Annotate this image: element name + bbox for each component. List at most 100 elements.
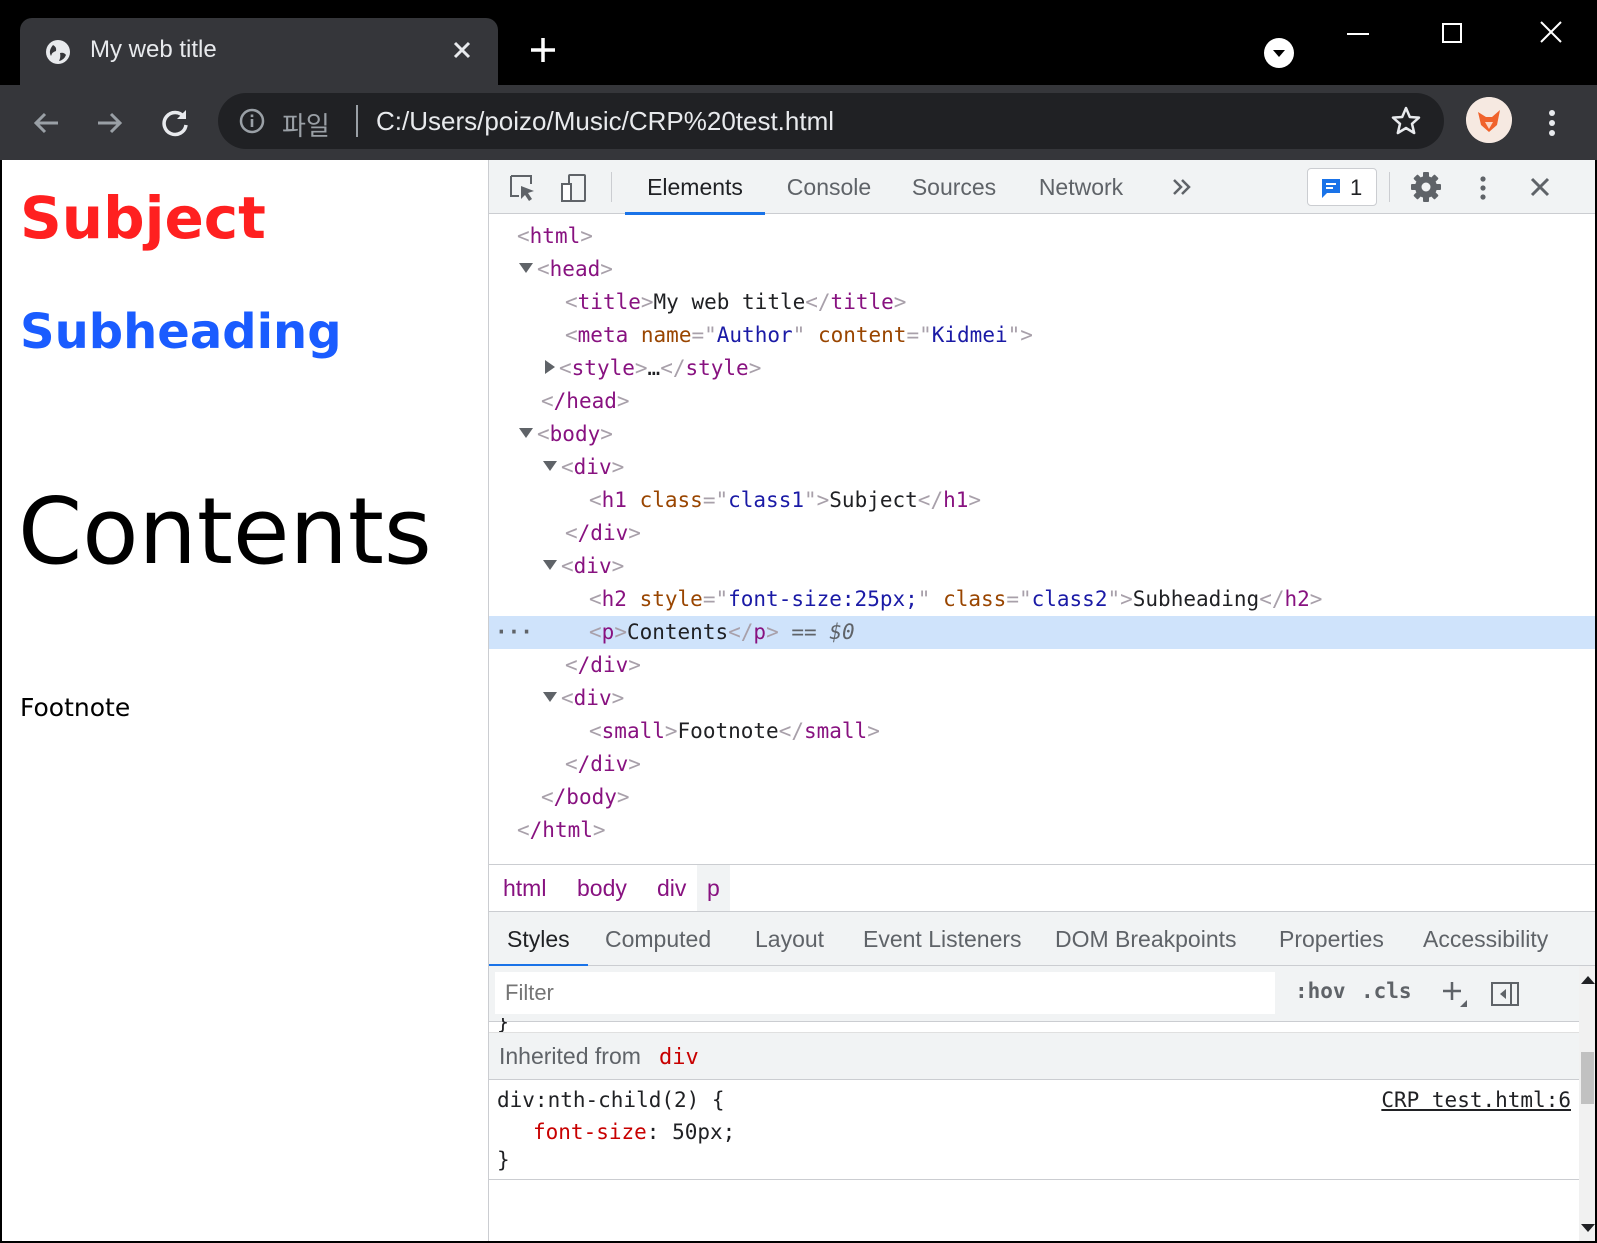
rule-selector[interactable]: div:nth-child(2) { — [497, 1088, 725, 1112]
scroll-down-arrow-icon[interactable] — [1581, 1224, 1595, 1232]
dom-node-div-open[interactable]: <div> — [489, 550, 1595, 583]
device-toolbar-icon[interactable] — [559, 172, 591, 204]
rule-close-brace: } — [497, 1148, 510, 1172]
tab-styles[interactable]: Styles — [489, 912, 588, 967]
dom-node-div-open[interactable]: <div> — [489, 682, 1595, 715]
close-devtools-icon[interactable] — [1525, 172, 1555, 202]
toolbar-divider — [1389, 172, 1390, 202]
inherited-element-link[interactable]: div — [659, 1045, 699, 1070]
close-window-icon[interactable] — [1528, 14, 1574, 54]
devtools-menu-icon[interactable] — [1473, 172, 1493, 204]
tab-console[interactable]: Console — [775, 160, 883, 214]
scroll-up-arrow-icon[interactable] — [1581, 976, 1595, 984]
reload-icon[interactable] — [155, 103, 195, 143]
expand-triangle-icon[interactable] — [519, 428, 533, 438]
styles-scrollbar[interactable] — [1579, 966, 1595, 1241]
expand-triangle-icon[interactable] — [543, 692, 557, 702]
page-viewport: Subject Subheading Contents Footnote — [2, 160, 488, 1241]
issues-counter-button[interactable]: 1 — [1307, 168, 1377, 206]
dom-node-h2[interactable]: <h2 style="font-size:25px;" class="class… — [489, 583, 1595, 616]
devtools-panel: Elements Console Sources Network 1 <html… — [488, 160, 1595, 1241]
rule-property[interactable]: font-size: 50px; — [533, 1120, 735, 1144]
tab-elements[interactable]: Elements — [625, 160, 765, 215]
page-paragraph-contents: Contents — [18, 478, 432, 585]
info-icon[interactable] — [238, 107, 266, 135]
styles-filter-input[interactable] — [495, 972, 1275, 1014]
browser-menu-icon[interactable] — [1540, 103, 1564, 143]
dom-node-p-selected[interactable]: ··· <p>Contents</p> == $0 — [489, 616, 1595, 649]
hover-state-toggle[interactable]: :hov — [1295, 979, 1346, 1003]
scroll-thumb[interactable] — [1581, 1052, 1594, 1104]
more-tabs-chevron-icon[interactable] — [1169, 174, 1195, 200]
devtools-tabbar: Elements Console Sources Network 1 — [489, 160, 1595, 215]
dom-node-head-open[interactable]: <head> — [489, 253, 1595, 286]
tab-sources[interactable]: Sources — [899, 160, 1009, 214]
property-name[interactable]: font-size — [533, 1120, 647, 1144]
browser-toolbar: 파일 C:/Users/poizo/Music/CRP%20test.html — [0, 85, 1597, 160]
dom-node-small[interactable]: <small>Footnote</small> — [489, 715, 1595, 748]
toggle-sidebar-icon[interactable] — [1489, 978, 1521, 1010]
breadcrumb-body[interactable]: body — [567, 865, 637, 911]
dom-node-meta[interactable]: <meta name="Author" content="Kidmei"> — [489, 319, 1595, 352]
forward-arrow-icon[interactable] — [90, 103, 130, 143]
url-separator — [356, 105, 358, 137]
collapse-triangle-icon[interactable] — [545, 360, 555, 374]
dom-node-div-close[interactable]: </div> — [489, 517, 1595, 550]
inherited-section-header: Inherited from div — [489, 1032, 1579, 1080]
sidebar-tabbar: Styles Computed Layout Event Listeners D… — [489, 912, 1595, 967]
address-bar[interactable]: 파일 C:/Users/poizo/Music/CRP%20test.html — [218, 93, 1444, 149]
dom-node-body-open[interactable]: <body> — [489, 418, 1595, 451]
breadcrumb-html[interactable]: html — [493, 865, 556, 911]
expand-triangle-icon[interactable] — [519, 263, 533, 273]
property-value[interactable]: 50px; — [672, 1120, 735, 1144]
window-titlebar: My web title — [0, 0, 1597, 85]
node-actions-icon[interactable]: ··· — [495, 616, 533, 649]
tab-layout[interactable]: Layout — [737, 912, 842, 966]
dom-node-style-collapsed[interactable]: <style>…</style> — [489, 352, 1595, 385]
expand-triangle-icon[interactable] — [543, 560, 557, 570]
previous-rule-brace: } — [497, 1018, 510, 1032]
maximize-icon[interactable] — [1430, 14, 1476, 54]
back-arrow-icon[interactable] — [26, 103, 66, 143]
tab-properties[interactable]: Properties — [1261, 912, 1402, 966]
breadcrumb: html body div p — [489, 864, 1595, 912]
tab-event-listeners[interactable]: Event Listeners — [845, 912, 1040, 966]
issues-count: 1 — [1350, 175, 1363, 200]
dom-node-div-open[interactable]: <div> — [489, 451, 1595, 484]
page-subheading: Subheading — [20, 304, 342, 360]
tab-network[interactable]: Network — [1027, 160, 1135, 214]
tab-computed[interactable]: Computed — [587, 912, 729, 966]
page-heading-subject: Subject — [20, 184, 266, 252]
expand-triangle-icon[interactable] — [543, 461, 557, 471]
dom-node-div-close[interactable]: </div> — [489, 748, 1595, 781]
new-style-rule-icon[interactable] — [1439, 978, 1469, 1008]
dom-node-html-open[interactable]: <html> — [489, 220, 1595, 253]
dom-tree: <html> <head> <title>My web title</title… — [489, 214, 1595, 864]
new-tab-icon[interactable] — [525, 32, 561, 68]
page-footnote: Footnote — [20, 693, 131, 722]
inspect-element-icon[interactable] — [507, 172, 539, 204]
rule-source-link[interactable]: CRP test.html:6 — [1381, 1088, 1571, 1112]
profile-avatar[interactable] — [1466, 97, 1512, 143]
close-tab-icon[interactable] — [444, 32, 480, 68]
minimize-icon[interactable] — [1335, 14, 1381, 54]
tab-title: My web title — [90, 36, 217, 63]
settings-gear-icon[interactable] — [1409, 170, 1443, 204]
breadcrumb-div[interactable]: div — [647, 865, 696, 911]
dom-node-html-close[interactable]: </html> — [489, 814, 1595, 847]
message-icon — [1322, 179, 1340, 198]
url-text[interactable]: C:/Users/poizo/Music/CRP%20test.html — [376, 106, 834, 137]
class-toggle[interactable]: .cls — [1361, 979, 1412, 1003]
breadcrumb-p[interactable]: p — [697, 865, 730, 911]
tab-search-button[interactable] — [1264, 38, 1294, 68]
dom-node-head-close[interactable]: </head> — [489, 385, 1595, 418]
dom-node-title[interactable]: <title>My web title</title> — [489, 286, 1595, 319]
style-rule: div:nth-child(2) { CRP test.html:6 font-… — [489, 1080, 1579, 1180]
browser-tab[interactable]: My web title — [20, 18, 498, 85]
dom-node-h1[interactable]: <h1 class="class1">Subject</h1> — [489, 484, 1595, 517]
tab-accessibility[interactable]: Accessibility — [1405, 912, 1566, 966]
bookmark-star-icon[interactable] — [1390, 105, 1422, 137]
dom-node-body-close[interactable]: </body> — [489, 781, 1595, 814]
dom-node-div-close[interactable]: </div> — [489, 649, 1595, 682]
tab-dom-breakpoints[interactable]: DOM Breakpoints — [1037, 912, 1255, 966]
